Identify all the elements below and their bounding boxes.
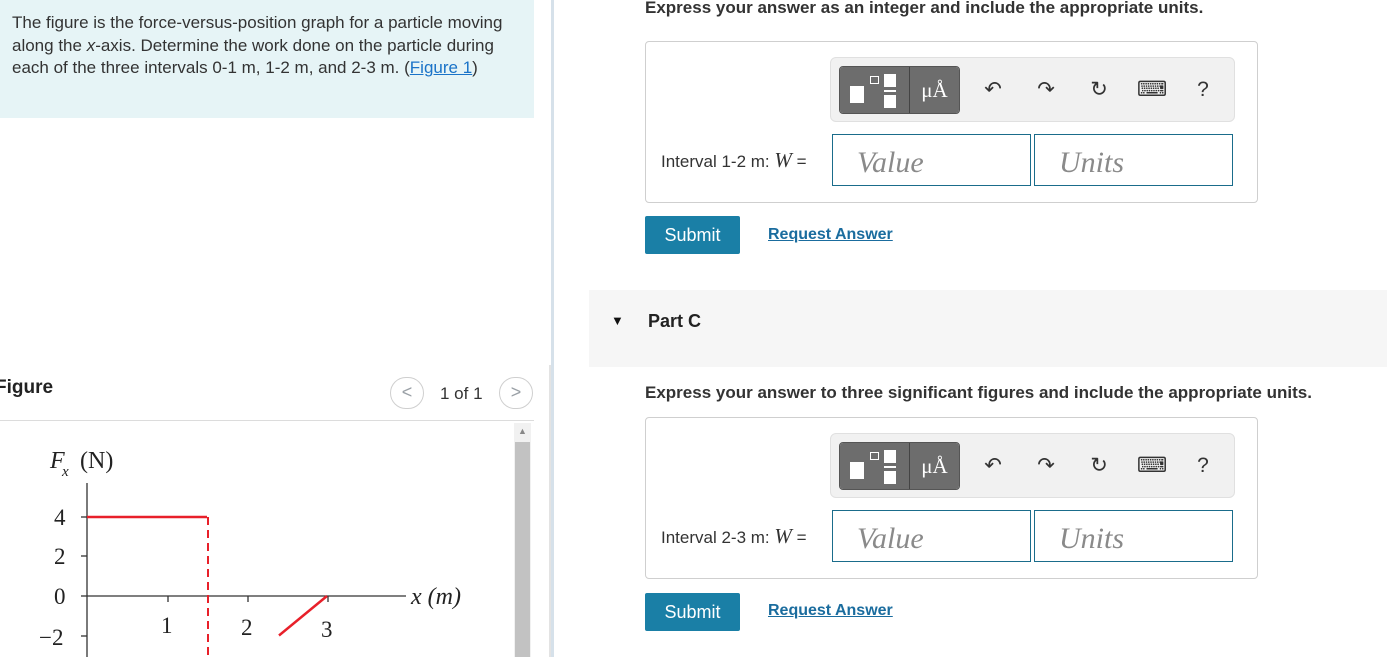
problem-text-3: )	[472, 58, 478, 77]
template-icon	[850, 86, 864, 103]
part-c-title: Part C	[648, 311, 702, 331]
interval-label: Interval 2-3 m: W =	[661, 524, 807, 549]
figure-next-button[interactable]: >	[499, 377, 533, 409]
equals-sign: =	[791, 528, 807, 547]
x-tick-label-2: 2	[241, 615, 253, 640]
part-b-answer-box: μÅ ↶ ↷ ↻ ⌨ ? Interval 1-2 m: W =	[645, 41, 1258, 203]
help-icon[interactable]: ?	[1189, 76, 1217, 104]
undo-icon[interactable]: ↶	[979, 76, 1007, 104]
undo-icon[interactable]: ↶	[979, 452, 1007, 480]
redo-icon[interactable]: ↷	[1032, 76, 1060, 104]
y-tick-label-4: 4	[54, 505, 66, 530]
problem-xvar: x	[86, 35, 96, 55]
units-button[interactable]: μÅ	[909, 443, 959, 489]
units-button[interactable]: μÅ	[909, 67, 959, 113]
column-separator-shadow	[549, 365, 551, 657]
math-toolbar: μÅ ↶ ↷ ↻ ⌨ ?	[830, 433, 1235, 498]
x-tick-label-1: 1	[161, 613, 173, 638]
math-toolbar: μÅ ↶ ↷ ↻ ⌨ ?	[830, 57, 1235, 122]
units-input[interactable]	[1034, 134, 1233, 186]
request-answer-link[interactable]: Request Answer	[768, 226, 893, 244]
problem-statement: The figure is the force-versus-position …	[0, 0, 534, 118]
figure-prev-button[interactable]: <	[390, 377, 424, 409]
part-b-instruction: Express your answer as an integer and in…	[645, 0, 1204, 17]
keyboard-icon[interactable]: ⌨	[1137, 452, 1167, 480]
x-axis-label: x (m)	[410, 584, 461, 610]
part-c-answer-box: μÅ ↶ ↷ ↻ ⌨ ? Interval 2-3 m: W =	[645, 417, 1258, 579]
redo-icon[interactable]: ↷	[1032, 452, 1060, 480]
keyboard-icon[interactable]: ⌨	[1137, 76, 1167, 104]
figure-divider	[0, 420, 534, 421]
work-variable: W	[774, 524, 792, 548]
toolbar-button-group: μÅ	[839, 66, 960, 114]
value-input[interactable]	[832, 510, 1031, 562]
value-input[interactable]	[832, 134, 1031, 186]
y-tick-label-0: 0	[54, 584, 66, 609]
figure-link[interactable]: Figure 1	[410, 58, 472, 77]
force-position-graph: F x (N) 4 2 0 −2 x (m) 1 2 3	[39, 448, 461, 657]
y-axis-label-sub: x	[61, 464, 69, 480]
toolbar-button-group: μÅ	[839, 442, 960, 490]
interval-label: Interval 1-2 m: W =	[661, 148, 807, 173]
figure-count: 1 of 1	[440, 384, 483, 403]
templates-button[interactable]	[840, 443, 910, 489]
request-answer-link[interactable]: Request Answer	[768, 602, 893, 620]
collapse-caret-icon[interactable]: ▼	[611, 313, 624, 328]
y-axis-label-unit: (N)	[80, 448, 113, 474]
part-c-instruction: Express your answer to three significant…	[645, 383, 1312, 402]
force-series-line-2	[278, 595, 328, 637]
scroll-up-icon[interactable]: ▲	[514, 423, 531, 440]
reset-icon[interactable]: ↻	[1085, 452, 1113, 480]
submit-button[interactable]: Submit	[645, 593, 740, 631]
reset-icon[interactable]: ↻	[1085, 76, 1113, 104]
column-separator	[551, 0, 554, 657]
interval-prefix: Interval 1-2 m:	[661, 152, 775, 171]
work-variable: W	[774, 148, 792, 172]
templates-button[interactable]	[840, 67, 910, 113]
submit-button[interactable]: Submit	[645, 216, 740, 254]
units-input[interactable]	[1034, 510, 1233, 562]
figure-title: Figure	[0, 377, 54, 398]
y-tick-label-neg2: −2	[39, 625, 63, 650]
figure-scrollbar-thumb[interactable]	[515, 442, 530, 657]
x-tick-label-3: 3	[321, 617, 333, 642]
template-icon	[850, 462, 864, 479]
help-icon[interactable]: ?	[1189, 452, 1217, 480]
equals-sign: =	[791, 152, 807, 171]
interval-prefix: Interval 2-3 m:	[661, 528, 775, 547]
y-tick-label-2: 2	[54, 544, 66, 569]
part-c-header[interactable]: ▼ Part C	[589, 290, 1387, 367]
